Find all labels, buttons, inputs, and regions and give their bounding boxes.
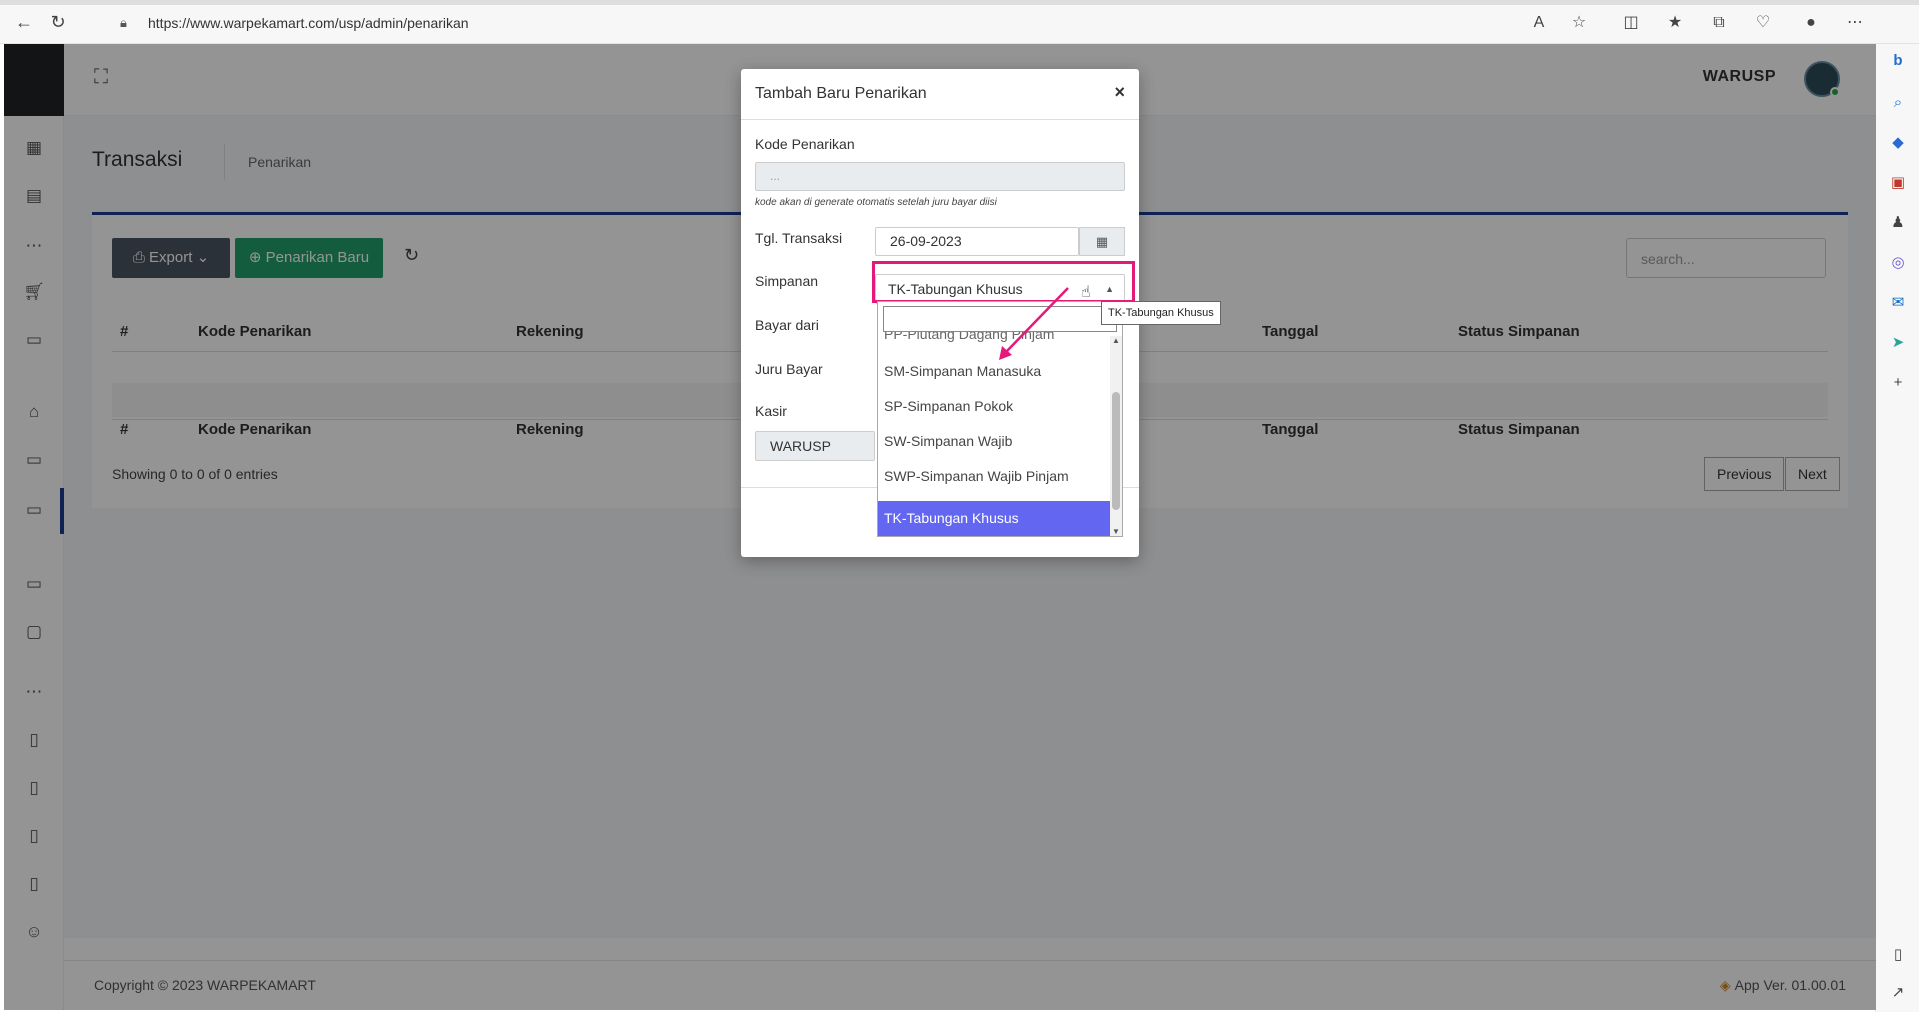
kode-hint: kode akan di generate otomatis setelah j…	[755, 197, 997, 208]
modal-title: Tambah Baru Penarikan	[755, 85, 927, 102]
extensions-icon[interactable]: ♡	[1752, 12, 1774, 34]
read-aloud-icon[interactable]: A	[1528, 12, 1550, 34]
tools-icon[interactable]: ▣	[1887, 172, 1909, 194]
send-icon[interactable]: ➤	[1887, 332, 1909, 354]
sidebar-toggle-icon[interactable]: ▯	[1887, 944, 1909, 966]
search-icon[interactable]: ⌕	[1887, 92, 1909, 114]
simpanan-dropdown: PP-Piutang Dagang Pinjam SM-Simpanan Man…	[877, 301, 1123, 537]
copilot-icon[interactable]: b	[1887, 50, 1909, 72]
collections-icon[interactable]: ⧉	[1708, 12, 1730, 34]
add-icon[interactable]: +	[1887, 372, 1909, 394]
scroll-down-icon[interactable]: ▼	[1112, 527, 1120, 536]
favorite-star-icon[interactable]: ☆	[1568, 12, 1590, 34]
browser-sidebar: b ⌕ ◆ ▣ ♟ ◎ ✉ ➤ + ▯ ↗ ⚙	[1875, 44, 1919, 1012]
scroll-thumb[interactable]	[1112, 392, 1120, 510]
hand-cursor-icon: ☝	[1081, 284, 1091, 301]
browser-tabstrip	[0, 0, 1919, 5]
office-icon[interactable]: ◎	[1887, 252, 1909, 274]
reload-icon[interactable]: ↻	[48, 12, 68, 32]
kode-field: ...	[755, 162, 1125, 191]
dropdown-option[interactable]: SW-Simpanan Wajib	[878, 424, 1111, 459]
dropdown-option-selected[interactable]: TK-Tabungan Khusus	[878, 501, 1111, 536]
dropdown-option[interactable]: SWP-Simpanan Wajib Pinjam	[878, 459, 1111, 494]
outlook-icon[interactable]: ✉	[1887, 292, 1909, 314]
favorites-icon[interactable]: ★	[1664, 12, 1686, 34]
address-bar[interactable]: 🔒︎ https://www.warpekamart.com/usp/admin…	[102, 9, 1602, 37]
date-field[interactable]: 26-09-2023	[875, 227, 1079, 256]
close-icon[interactable]: ×	[1114, 82, 1125, 103]
dropdown-option[interactable]: SP-Simpanan Pokok	[878, 389, 1111, 424]
dropdown-option[interactable]: SM-Simpanan Manasuka	[878, 354, 1111, 389]
more-menu-icon[interactable]: ⋯	[1844, 12, 1866, 34]
juru-label: Juru Bayar	[755, 361, 823, 377]
lock-icon: 🔒︎	[120, 15, 127, 30]
dropdown-option-partial[interactable]: PP-Piutang Dagang Pinjam	[878, 332, 1111, 344]
bayar-label: Bayar dari	[755, 317, 819, 333]
games-icon[interactable]: ♟	[1887, 212, 1909, 234]
back-icon[interactable]: ←	[14, 12, 34, 32]
tooltip: TK-Tabungan Khusus	[1101, 301, 1221, 325]
browser-toolbar: ← ↻ 🔒︎ https://www.warpekamart.com/usp/a…	[0, 0, 1919, 44]
shopping-icon[interactable]: ◆	[1887, 132, 1909, 154]
simpanan-label: Simpanan	[755, 273, 819, 289]
scroll-up-icon[interactable]: ▲	[1112, 336, 1120, 345]
profile-icon[interactable]: ●	[1800, 12, 1822, 34]
modal-header: Tambah Baru Penarikan ×	[741, 69, 1139, 120]
tgl-label: Tgl. Transaksi	[755, 230, 843, 246]
kasir-label: Kasir	[755, 403, 787, 419]
kasir-field: WARUSP	[755, 431, 875, 461]
dropdown-scrollbar[interactable]: ▲ ▼	[1110, 336, 1122, 536]
open-external-icon[interactable]: ↗	[1887, 982, 1909, 1004]
split-screen-icon[interactable]: ◫	[1620, 12, 1642, 34]
address-url: https://www.warpekamart.com/usp/admin/pe…	[148, 15, 469, 31]
kode-label: Kode Penarikan	[755, 136, 855, 152]
dropdown-search-input[interactable]	[883, 306, 1117, 332]
calendar-icon[interactable]: ▦	[1079, 227, 1125, 256]
annotation-highlight	[872, 261, 1135, 303]
